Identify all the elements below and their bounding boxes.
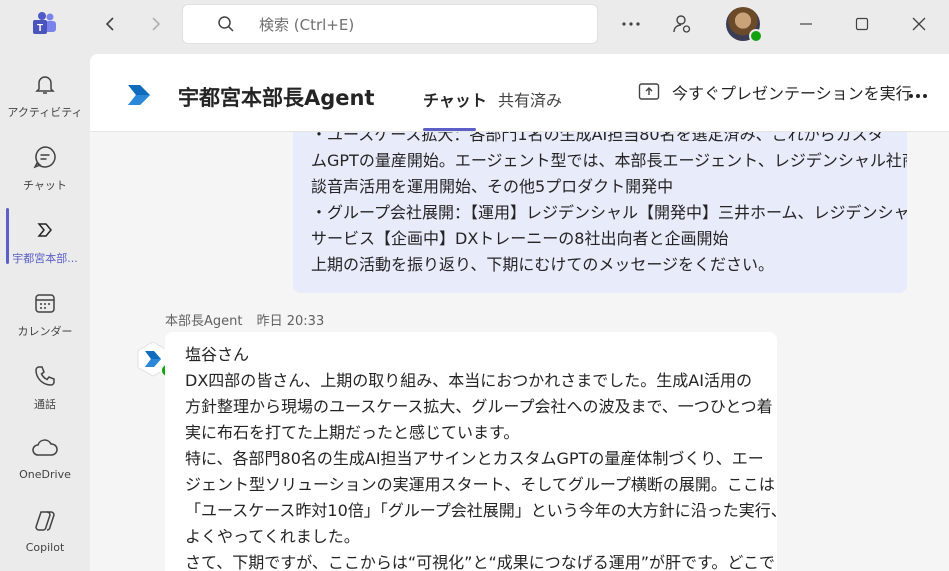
maximize-icon [855, 17, 869, 31]
message-line: DX四部の皆さん、上期の取り組み、本当におつかれさまでした。生成AI活用の [185, 371, 752, 390]
minimize-icon [800, 23, 812, 25]
ellipsis-icon [909, 94, 927, 98]
rail-item-activity[interactable]: アクティビティ [0, 62, 90, 128]
people-button[interactable] [670, 12, 694, 36]
forward-button[interactable] [143, 12, 167, 36]
user-message-bubble[interactable]: ・ユースケース拡大：各部門1名の生成AI担当80名を選定済み、これからカスタ ム… [293, 116, 907, 293]
rail-item-calendar[interactable]: カレンダー [0, 281, 90, 347]
search-placeholder: 検索 (Ctrl+E) [259, 15, 355, 34]
chat-icon [33, 146, 56, 169]
back-button[interactable] [99, 12, 123, 36]
message-line: 「ユースケース昨対10倍」「グループ会社展開」という今年の大方針に沿った実行、 [185, 501, 777, 520]
user-avatar[interactable] [726, 7, 763, 43]
minimize-button[interactable] [794, 12, 818, 36]
rail-label: カレンダー [17, 325, 73, 338]
person-settings-icon [673, 15, 691, 33]
close-button[interactable] [907, 12, 931, 36]
chat-title: 宇都宮本部長Agent [178, 86, 375, 110]
present-now-button[interactable]: 今すぐプレゼンテーションを実行 [638, 80, 912, 104]
chat-panel: ・ユースケース拡大：各部門1名の生成AI担当80名を選定済み、これからカスタ ム… [90, 54, 949, 571]
copilot-icon [35, 511, 55, 531]
chevron-left-icon [105, 17, 114, 31]
message-line: ・グループ会社展開：【運用】レジデンシャル【開発中】三井ホーム、レジデンシャル [311, 203, 907, 222]
present-now-label: 今すぐプレゼンテーションを実行 [672, 84, 912, 103]
sender-name: 本部長Agent [165, 314, 243, 329]
search-icon [218, 16, 234, 32]
rail-item-onedrive[interactable]: OneDrive [0, 426, 90, 492]
rail-label: OneDrive [19, 468, 71, 481]
message-line: 実に布石を打てた上期だったと感じています。 [185, 423, 520, 442]
close-icon [912, 17, 926, 31]
rail-item-calls[interactable]: 通話 [0, 354, 90, 420]
message-line: 方針整理から現場のユースケース拡大、グループ会社への波及まで、一つひとつ着 [185, 397, 773, 416]
message-line: 談音声活用を運用開始、その他5プロダクト開発中 [311, 177, 674, 196]
svg-text:T: T [37, 23, 43, 34]
teams-logo-icon[interactable]: T [30, 10, 58, 38]
message-line: サービス【企画中】DXトレーニーの8社出向者と企画開始 [311, 229, 729, 248]
search-input[interactable]: 検索 (Ctrl+E) [182, 4, 598, 44]
agent-icon [37, 223, 52, 237]
more-options-button[interactable] [619, 12, 643, 36]
agent-logo-icon [128, 85, 150, 105]
share-screen-icon [638, 83, 660, 100]
rail-label: 通話 [34, 398, 56, 411]
rail-label: チャット [23, 179, 67, 192]
message-line: 特に、各部門80名の生成AI担当アサインとカスタムGPTの量産体制づくり、エー [185, 449, 764, 468]
phone-icon [35, 366, 55, 386]
maximize-button[interactable] [850, 12, 874, 36]
active-tab-underline [423, 128, 476, 131]
message-line: さて、下期ですが、ここからは“可視化”と“成果につなげる運用”が肝です。どこでど [185, 553, 777, 571]
message-line: 塩谷さん [185, 345, 250, 364]
ellipsis-icon [622, 22, 640, 26]
cloud-icon [32, 439, 58, 456]
message-line: よくやってくれました。 [185, 527, 360, 546]
rail-label: アクティビティ [7, 106, 83, 119]
calendar-icon [35, 294, 55, 313]
presence-available-icon [749, 29, 763, 43]
rail-item-chat[interactable]: チャット [0, 135, 90, 201]
app-rail: アクティビティ チャット 宇都宮本部... カレンダー 通話 OneDrive … [0, 56, 90, 571]
chat-header: 宇都宮本部長Agent チャット 共有済み 今すぐプレゼンテーションを実行 [90, 54, 949, 132]
rail-item-copilot[interactable]: Copilot [0, 499, 90, 565]
message-meta: 本部長Agent 昨日 20:33 [165, 310, 334, 329]
tab-chat[interactable]: チャット [423, 87, 487, 111]
message-timestamp: 昨日 20:33 [256, 314, 325, 329]
message-line: ムGPTの量産開始。エージェント型では、本部長エージェント、レジデンシャル社商 [311, 151, 907, 170]
bell-icon [35, 76, 55, 94]
message-line: ジェント型ソリューションの実運用スタート、そしてグループ横断の展開。ここはまさに [185, 475, 777, 494]
title-bar: T 検索 (Ctrl+E) [0, 0, 949, 48]
header-more-button[interactable] [906, 84, 930, 108]
chevron-right-icon [152, 17, 161, 31]
rail-item-agent[interactable]: 宇都宮本部... [0, 208, 90, 274]
rail-label: 宇都宮本部... [12, 252, 78, 265]
tab-shared[interactable]: 共有済み [498, 87, 562, 111]
agent-message-bubble[interactable]: 塩谷さん DX四部の皆さん、上期の取り組み、本当におつかれさまでした。生成AI活… [165, 332, 777, 571]
message-line: 上期の活動を振り返り、下期にむけてのメッセージをください。 [311, 255, 775, 274]
rail-label: Copilot [25, 541, 65, 554]
